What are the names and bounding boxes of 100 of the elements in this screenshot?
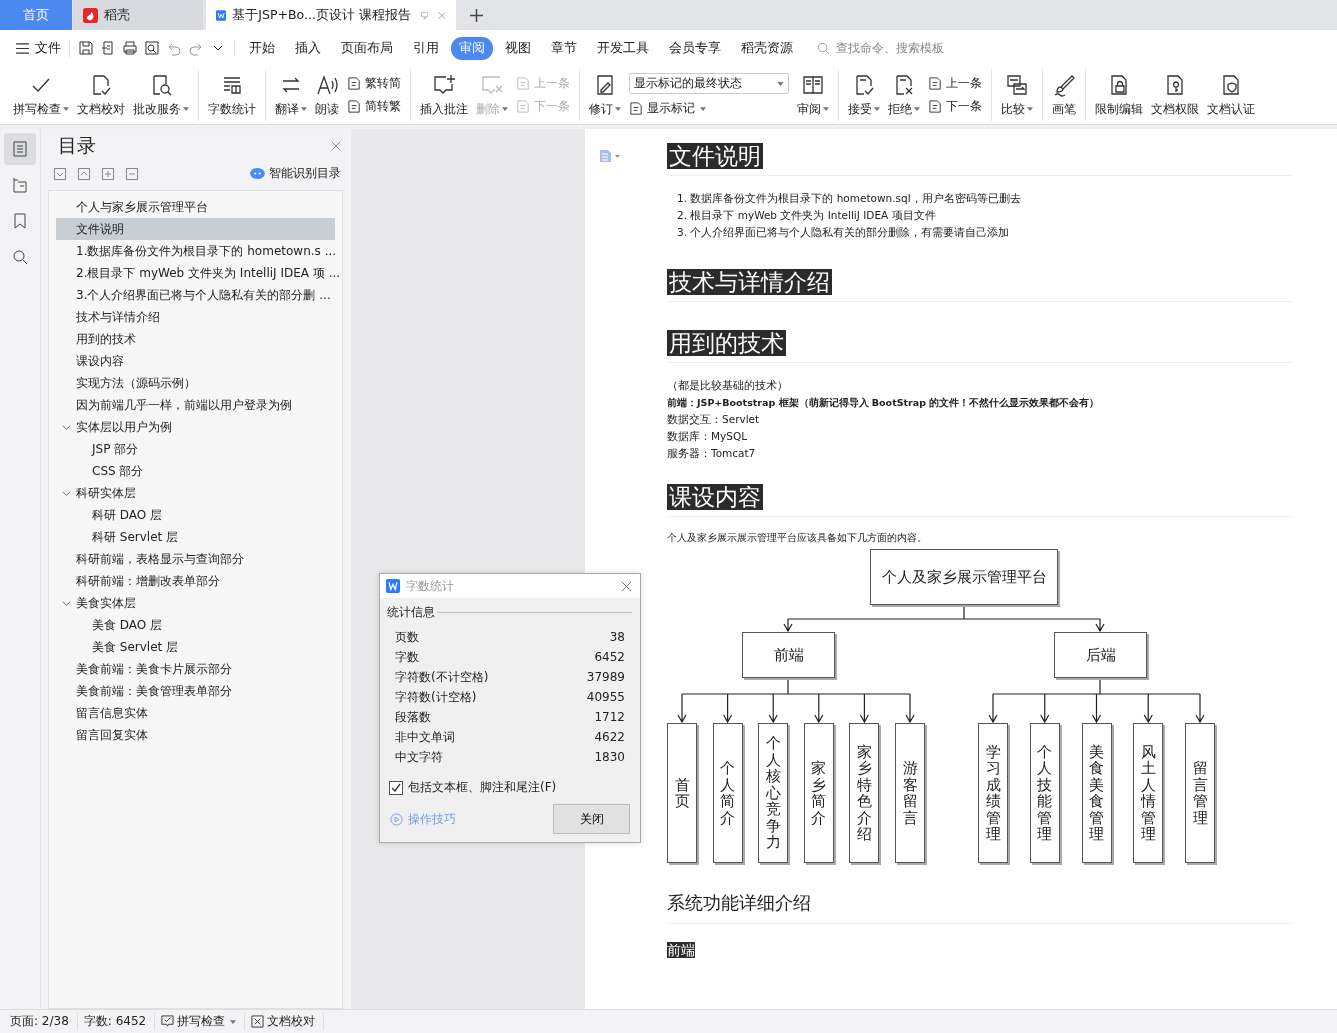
chevron-icon[interactable] (62, 423, 71, 432)
close-icon[interactable] (331, 141, 341, 151)
ribbon-button[interactable]: 比较 (998, 70, 1036, 120)
ribbon-button[interactable]: 朗读 (312, 70, 342, 120)
toc-item[interactable]: 科研 Servlet 层 (56, 526, 335, 548)
toc-item[interactable]: 科研前端，表格显示与查询部分 (56, 548, 335, 570)
flame-logo-icon (83, 7, 98, 23)
toc-item[interactable]: JSP 部分 (56, 438, 335, 460)
toc-item[interactable]: 因为前端几乎一样，前端以用户登录为例 (56, 394, 335, 416)
ribbon-button[interactable]: 插入批注 (417, 70, 471, 120)
toc-item[interactable]: 实现方法（源码示例） (56, 372, 335, 394)
section-heading: 课设内容 (667, 484, 763, 510)
ribbon-button[interactable]: 拼写检查 (10, 70, 72, 120)
toc-item[interactable]: CSS 部分 (56, 460, 335, 482)
stat-value: 40955 (586, 689, 625, 706)
tab-label: 首页 (23, 6, 49, 24)
toc-item[interactable]: 科研 DAO 层 (56, 504, 335, 526)
toc-item[interactable]: 美食实体层 (56, 592, 335, 614)
toc-item[interactable]: 美食 DAO 层 (56, 614, 335, 636)
save-icon[interactable] (78, 40, 94, 56)
menu-tab[interactable]: 稻壳资源 (733, 36, 801, 60)
spell-check-button[interactable]: 拼写检查 (155, 1013, 246, 1030)
ribbon-small-button[interactable]: 上一条 (928, 75, 982, 92)
chevron-icon[interactable] (62, 599, 71, 608)
ribbon-button[interactable]: 批改服务 (130, 70, 192, 120)
section-heading: 系统功能详细介绍 (667, 892, 811, 913)
print-icon[interactable] (122, 40, 138, 56)
ribbon-button[interactable]: 审阅 (794, 70, 832, 120)
body-text: 服务器：Tomcat7 (667, 446, 757, 461)
smart-toc-button[interactable]: 智能识别目录 (250, 165, 341, 182)
ribbon-button[interactable]: 限制编辑 (1092, 70, 1146, 120)
menu-tab[interactable]: 插入 (287, 36, 329, 60)
menu-tab[interactable]: 会员专享 (661, 36, 729, 60)
collapse-up-icon[interactable] (78, 167, 90, 180)
ribbon-small-button[interactable]: 简转繁 (347, 98, 401, 115)
toc-item[interactable]: 美食前端：美食卡片展示部分 (56, 658, 335, 680)
toc-item[interactable]: 文件说明 (56, 218, 335, 240)
toc-item[interactable]: 用到的技术 (56, 328, 335, 350)
toc-item[interactable]: 课设内容 (56, 350, 335, 372)
window-tab[interactable]: 稻壳 (73, 0, 203, 30)
checkbox[interactable] (389, 780, 403, 795)
menu-tab[interactable]: 视图 (497, 36, 539, 60)
monitor-icon[interactable] (420, 9, 429, 21)
chevron-icon[interactable] (62, 489, 71, 498)
expand-down-icon[interactable] (54, 167, 66, 180)
stat-label: 字符数(不计空格) (395, 669, 489, 686)
markup-dropdown[interactable]: 显示标记的最终状态 (629, 73, 789, 94)
sidebar-tool-button[interactable] (4, 133, 36, 165)
toc-item[interactable]: 1.数据库备份文件为根目录下的 hometown.s ... (56, 240, 335, 262)
menu-tab[interactable]: 引用 (405, 36, 447, 60)
preview-icon[interactable] (144, 40, 160, 56)
ribbon-button[interactable]: 翻译 (272, 70, 310, 120)
close-icon[interactable] (621, 580, 632, 592)
chart-node: 风土人情管理 (1133, 723, 1164, 863)
search-icon (11, 248, 29, 266)
export-icon[interactable] (100, 40, 116, 56)
ribbon-button[interactable]: 接受 (845, 70, 883, 120)
body-text: 数据库：MySQL (667, 429, 749, 444)
minus-box-icon[interactable] (126, 167, 138, 180)
ribbon-small-button[interactable]: 繁转简 (347, 75, 401, 92)
stat-label: 字符数(计空格) (395, 689, 477, 706)
include-checkbox[interactable]: 包括文本框、脚注和尾注(F) (389, 779, 632, 796)
toc-item[interactable]: 科研前端：增删改表单部分 (56, 570, 335, 592)
close-button[interactable]: 关闭 (553, 804, 630, 834)
toc-item[interactable]: 技术与详情介绍 (56, 306, 335, 328)
ribbon-button[interactable]: 文档校对 (74, 70, 128, 120)
toc-item[interactable]: 美食前端：美食管理表单部分 (56, 680, 335, 702)
toc-item[interactable]: 个人与家乡展示管理平台 (56, 196, 335, 218)
menu-icon (16, 42, 29, 54)
new-tab-icon[interactable] (470, 8, 483, 22)
chart-node: 个人简介 (712, 723, 743, 863)
menu-tab[interactable]: 章节 (543, 36, 585, 60)
menu-tab[interactable]: 页面布局 (333, 36, 401, 60)
file-menu[interactable]: 文件 (0, 39, 70, 57)
ribbon-button[interactable]: 文档认证 (1204, 70, 1258, 120)
toc-item[interactable]: 留言回复实体 (56, 724, 335, 746)
toc-item[interactable]: 实体层以用户为例 (56, 416, 335, 438)
command-search-field[interactable]: 查找命令、搜索模板 (817, 40, 978, 56)
ribbon-button[interactable]: 修订 (586, 70, 624, 120)
ribbon-small-button[interactable]: 下一条 (928, 98, 982, 115)
plus-box-icon[interactable] (102, 167, 114, 180)
ribbon-button[interactable]: 画笔 (1049, 70, 1079, 120)
page-indicator[interactable]: 页面: 2/38 (4, 1013, 78, 1030)
highlighted-text: 前端 (667, 942, 695, 958)
list-item: 1. 数据库备份文件为根目录下的 hometown.sql，用户名密码等已删去 (677, 191, 1022, 206)
ribbon-small-button[interactable]: 显示标记 (629, 100, 789, 117)
ribbon-button[interactable]: 字数统计 (205, 70, 259, 120)
toc-item[interactable]: 科研实体层 (56, 482, 335, 504)
window-tab[interactable]: 基于JSP+Bo...页设计 课程报告 (206, 0, 456, 30)
ribbon-button[interactable]: 拒绝 (885, 70, 923, 120)
paragraph-icon[interactable] (599, 149, 621, 163)
toc-item[interactable]: 3.个人介绍界面已将与个人隐私有关的部分删 ... (56, 284, 335, 306)
ribbon-button[interactable]: 文档权限 (1148, 70, 1202, 120)
menu-tab[interactable]: 开始 (241, 36, 283, 60)
word-count[interactable]: 字数: 6452 (77, 1013, 156, 1030)
chart-node: 首页 (667, 723, 697, 863)
proofread-button[interactable]: 文档校对 (245, 1013, 325, 1030)
toc-item[interactable]: 留言信息实体 (56, 702, 335, 724)
menu-tab[interactable]: 开发工具 (589, 36, 657, 60)
toc-item[interactable]: 美食 Servlet 层 (56, 636, 335, 658)
